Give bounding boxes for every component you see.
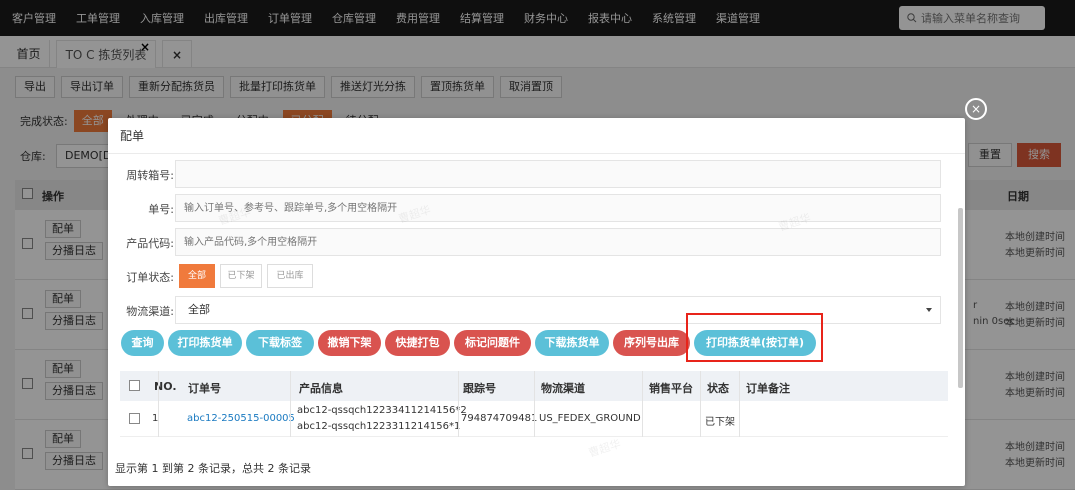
query-button[interactable]: 查询	[121, 330, 164, 356]
channel-label: 物流渠道:	[126, 305, 174, 318]
column-divider	[700, 371, 701, 437]
channel-value: 全部	[188, 303, 210, 316]
header-platform: 销售平台	[649, 382, 693, 395]
tote-label: 周转箱号:	[126, 169, 174, 182]
status-picked-option[interactable]: 已下架	[220, 264, 262, 288]
order-status-row: 订单状态: 全部 已下架 已出库	[108, 262, 958, 290]
chevron-down-icon	[926, 308, 932, 312]
sku-label: 产品代码:	[126, 237, 174, 250]
channel-select[interactable]: 全部	[175, 296, 941, 324]
header-channel: 物流渠道	[541, 382, 585, 395]
header-order-number: 订单号	[188, 382, 221, 395]
dialog-title: 配单	[108, 118, 965, 154]
select-all-checkbox[interactable]	[129, 380, 140, 391]
product-line: abc12-qssqch1223311214156*1	[297, 421, 461, 432]
order-status-label: 订单状态:	[126, 271, 174, 284]
header-tracking: 跟踪号	[463, 382, 496, 395]
column-divider	[534, 371, 535, 437]
status-cell: 已下架	[705, 417, 735, 428]
order-label: 单号:	[148, 203, 174, 216]
order-input[interactable]	[175, 194, 941, 222]
status-all-option[interactable]: 全部	[179, 264, 215, 288]
tote-row: 周转箱号:	[108, 160, 958, 188]
channel-cell: US_FEDEX_GROUND	[539, 413, 641, 424]
highlight-box	[686, 313, 823, 362]
watermark: 曹超华	[586, 437, 623, 460]
order-link[interactable]: abc12-250515-00005	[187, 413, 295, 424]
pagination-info: 显示第 1 到第 2 条记录，总共 2 条记录	[115, 462, 311, 475]
column-divider	[158, 371, 159, 437]
header-remark: 订单备注	[746, 382, 790, 395]
header-product-info: 产品信息	[299, 382, 343, 395]
column-divider	[290, 371, 291, 437]
column-divider	[642, 371, 643, 437]
tote-input[interactable]	[175, 160, 941, 188]
tracking-number: 794874709481	[461, 413, 538, 424]
download-labels-button[interactable]: 下载标签	[246, 330, 314, 356]
undo-unshelve-button[interactable]: 撤销下架	[318, 330, 381, 356]
header-status: 状态	[707, 382, 729, 395]
match-order-dialog: 配单 周转箱号: 单号: 产品代码: 订单状态: 全部 已下架 已出库 物流渠道…	[108, 118, 965, 486]
download-picklist-button[interactable]: 下载拣货单	[535, 330, 609, 356]
serial-outbound-button[interactable]: 序列号出库	[613, 330, 690, 356]
column-divider	[458, 371, 459, 437]
mark-problem-button[interactable]: 标记问题件	[454, 330, 531, 356]
modal-close-icon[interactable]: ×	[965, 98, 987, 120]
print-picklist-button[interactable]: 打印拣货单	[168, 330, 242, 356]
product-line: abc12-qssqch12233411214156*2	[297, 405, 467, 416]
dialog-scrollbar[interactable]	[958, 208, 963, 388]
row-checkbox[interactable]	[129, 413, 140, 424]
status-shipped-option[interactable]: 已出库	[267, 264, 313, 288]
sku-row: 产品代码:	[108, 228, 958, 256]
column-divider	[739, 371, 740, 437]
sku-input[interactable]	[175, 228, 941, 256]
channel-row: 物流渠道: 全部	[108, 296, 958, 324]
quick-pack-button[interactable]: 快捷打包	[385, 330, 450, 356]
